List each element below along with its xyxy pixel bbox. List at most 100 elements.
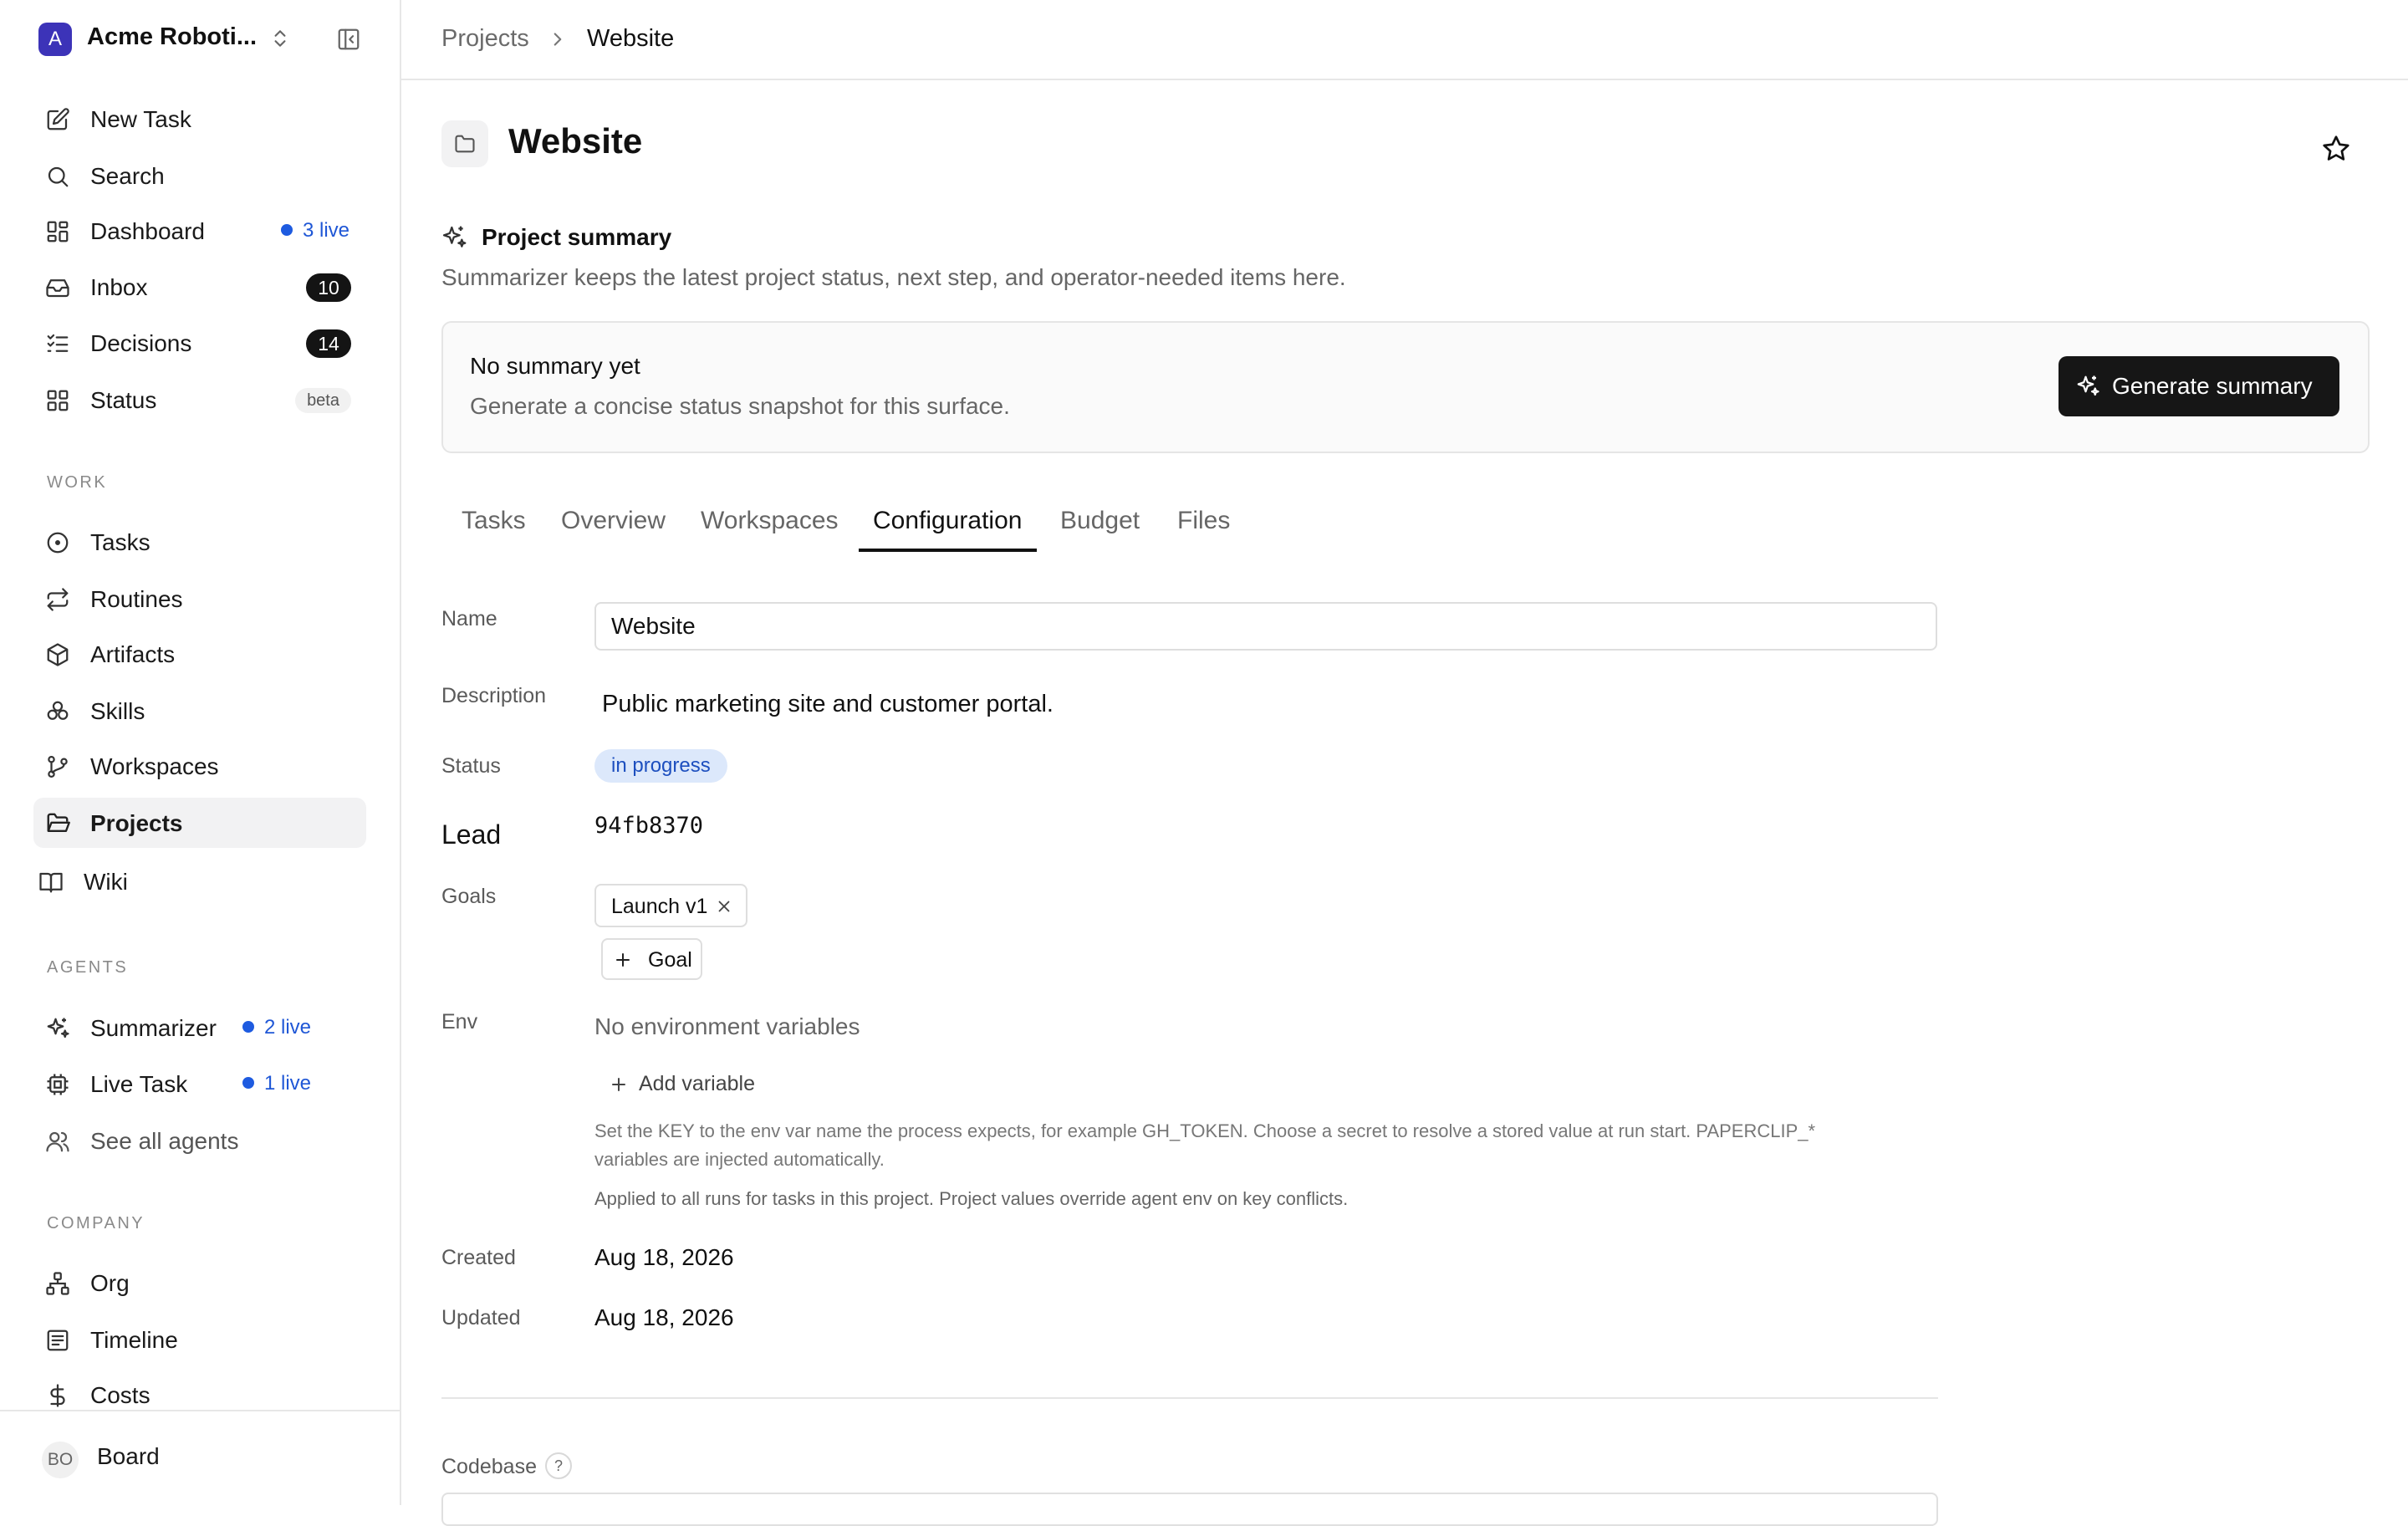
codebase-field[interactable] bbox=[441, 1493, 1938, 1526]
nav-item-tasks[interactable]: Tasks bbox=[33, 517, 366, 567]
summary-empty-title: No summary yet bbox=[470, 353, 640, 379]
add-goal-button[interactable]: Goal bbox=[601, 938, 702, 980]
nav-item-inbox[interactable]: Inbox 10 bbox=[33, 262, 366, 312]
live-dot-icon bbox=[242, 1077, 254, 1089]
project-folder-icon bbox=[441, 120, 488, 167]
nav-item-see-all-agents[interactable]: See all agents bbox=[33, 1115, 366, 1166]
section-label-agents: AGENTS bbox=[47, 958, 129, 977]
live-indicator: 3 live bbox=[281, 219, 349, 242]
updated-label: Updated bbox=[441, 1306, 521, 1330]
nav-label: Costs bbox=[90, 1382, 150, 1408]
live-dot-icon bbox=[281, 224, 293, 236]
tab-files[interactable]: Files bbox=[1177, 507, 1230, 535]
nav-item-status[interactable]: Status beta bbox=[33, 375, 366, 425]
status-icon bbox=[45, 388, 70, 413]
lead-value[interactable]: 94fb8370 bbox=[594, 813, 703, 839]
skills-icon bbox=[45, 699, 70, 724]
nav-item-artifacts[interactable]: Artifacts bbox=[33, 629, 366, 679]
avatar[interactable]: BO bbox=[42, 1442, 79, 1478]
nav-item-live-task[interactable]: Live Task 1 live bbox=[33, 1059, 366, 1109]
add-variable-button[interactable]: Add variable bbox=[607, 1069, 783, 1099]
nav-label: Artifacts bbox=[90, 641, 176, 667]
summary-description: Summarizer keeps the latest project stat… bbox=[441, 264, 1346, 290]
section-divider bbox=[441, 1397, 1938, 1399]
nav-item-skills[interactable]: Skills bbox=[33, 686, 366, 736]
status-badge[interactable]: in progress bbox=[594, 749, 727, 783]
env-help-text-continued: variables are injected automatically. bbox=[594, 1149, 885, 1170]
inbox-count-badge: 10 bbox=[306, 273, 351, 302]
tab-budget[interactable]: Budget bbox=[1060, 507, 1140, 535]
live-indicator: 1 live bbox=[242, 1072, 311, 1095]
codebase-help-icon[interactable]: ? bbox=[545, 1452, 572, 1479]
remove-goal-close-icon[interactable] bbox=[715, 897, 733, 916]
live-count: 1 live bbox=[264, 1072, 312, 1095]
nav-label: Summarizer bbox=[90, 1015, 217, 1041]
plus-icon bbox=[609, 1074, 629, 1095]
add-variable-label: Add variable bbox=[639, 1072, 755, 1095]
env-help-text: Set the KEY to the env var name the proc… bbox=[594, 1120, 1816, 1141]
nav-label: Skills bbox=[90, 698, 145, 724]
nav-item-new-task[interactable]: New Task bbox=[33, 94, 366, 144]
tab-tasks[interactable]: Tasks bbox=[462, 507, 526, 535]
nav-item-org[interactable]: Org bbox=[33, 1258, 366, 1308]
nav-item-search[interactable]: Search bbox=[33, 151, 366, 201]
projects-icon bbox=[45, 811, 70, 836]
beta-badge: beta bbox=[295, 388, 351, 413]
nav-item-dashboard[interactable]: Dashboard 3 live bbox=[33, 206, 366, 256]
company-name[interactable]: Acme Roboti... bbox=[87, 23, 257, 51]
env-label: Env bbox=[441, 1010, 478, 1033]
description-value[interactable]: Public marketing site and customer porta… bbox=[602, 691, 1054, 718]
live-dot-icon bbox=[242, 1021, 254, 1033]
nav-item-wiki[interactable]: Wiki bbox=[33, 856, 366, 906]
collapse-sidebar-icon[interactable] bbox=[336, 27, 361, 52]
nav-item-timeline[interactable]: Timeline bbox=[33, 1314, 366, 1365]
tasks-icon bbox=[45, 530, 70, 555]
breadcrumb-current: Website bbox=[587, 25, 675, 52]
tab-overview[interactable]: Overview bbox=[561, 507, 666, 535]
nav-label: Projects bbox=[90, 810, 183, 836]
nav-label: Timeline bbox=[90, 1327, 178, 1353]
env-empty-text: No environment variables bbox=[594, 1013, 860, 1039]
star-icon[interactable] bbox=[2321, 134, 2351, 164]
sparkles-icon bbox=[2075, 374, 2100, 399]
lead-label: Lead bbox=[441, 819, 502, 850]
generate-summary-label: Generate summary bbox=[2112, 373, 2313, 399]
artifacts-icon bbox=[45, 642, 70, 667]
generate-summary-button[interactable]: Generate summary bbox=[2059, 356, 2339, 416]
nav-label: Routines bbox=[90, 586, 183, 612]
active-tab-underline bbox=[859, 549, 1037, 552]
nav-label: Search bbox=[90, 163, 165, 189]
nav-item-projects[interactable]: Projects bbox=[33, 798, 366, 848]
workspaces-icon bbox=[45, 754, 70, 779]
nav-item-summarizer[interactable]: Summarizer 2 live bbox=[33, 1003, 366, 1053]
timeline-icon bbox=[45, 1328, 70, 1353]
breadcrumb-projects[interactable]: Projects bbox=[441, 25, 529, 53]
name-input[interactable] bbox=[594, 602, 1937, 651]
add-goal-label: Goal bbox=[648, 948, 692, 972]
nav-item-decisions[interactable]: Decisions 14 bbox=[33, 318, 366, 368]
nav-label: Dashboard bbox=[90, 218, 205, 244]
company-switcher-chevron-icon[interactable] bbox=[269, 28, 291, 49]
sidebar: A Acme Roboti... New Task Search Dashboa… bbox=[0, 0, 401, 1505]
nav-item-routines[interactable]: Routines bbox=[33, 574, 366, 624]
dollar-icon bbox=[45, 1383, 70, 1408]
nav-label: Status bbox=[90, 387, 157, 413]
tab-workspaces[interactable]: Workspaces bbox=[701, 507, 839, 535]
updated-value: Aug 18, 2026 bbox=[594, 1304, 734, 1330]
page-title: Website bbox=[508, 121, 643, 161]
nav-label: Workspaces bbox=[90, 753, 219, 779]
tab-configuration[interactable]: Configuration bbox=[873, 507, 1022, 535]
search-icon bbox=[45, 164, 70, 189]
board-link[interactable]: Board bbox=[97, 1443, 160, 1470]
summarizer-icon bbox=[45, 1016, 70, 1041]
nav-label: Live Task bbox=[90, 1071, 188, 1097]
org-icon bbox=[45, 1271, 70, 1296]
nav-item-workspaces[interactable]: Workspaces bbox=[33, 741, 366, 791]
created-label: Created bbox=[441, 1246, 516, 1269]
goal-chip: Launch v1 bbox=[594, 884, 747, 927]
dashboard-icon bbox=[45, 219, 70, 244]
nav-label: Decisions bbox=[90, 330, 192, 356]
company-logo[interactable]: A bbox=[38, 23, 72, 56]
new-task-icon bbox=[45, 107, 70, 132]
plus-icon bbox=[613, 950, 633, 970]
